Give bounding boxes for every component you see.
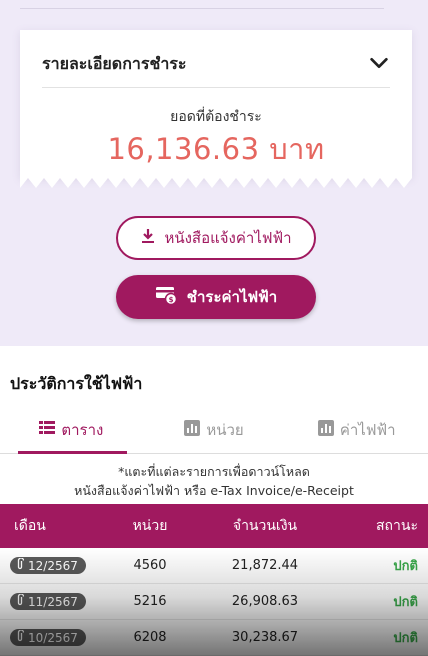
month-pill[interactable]: 12/2567 (10, 557, 86, 574)
top-divider (20, 8, 384, 9)
amount-value: 30,238.67 (231, 630, 299, 645)
paperclip-icon (16, 629, 25, 645)
bar-chart-icon (184, 419, 201, 440)
table-row[interactable]: 10/2567 6208 30,238.67 ปกติ (0, 620, 428, 656)
col-status: สถานะ (376, 518, 418, 534)
paperclip-icon (16, 557, 25, 573)
amount-due-value: 16,136.63 บาท (107, 132, 325, 166)
status-badge: ปกติ (393, 595, 418, 610)
status-badge: ปกติ (393, 631, 418, 646)
card-zigzag-edge (20, 178, 412, 188)
download-hint-line2: หนังสือแจ้งค่าไฟฟ้า หรือ e-Tax Invoice/e… (74, 483, 354, 498)
table-icon (39, 420, 56, 439)
col-amount: จำนวนเงิน (232, 518, 298, 534)
amount-due-label: ยอดที่ต้องชำระ (170, 109, 262, 125)
pay-bill-button[interactable]: $ ชำระค่าไฟฟ้า (116, 275, 316, 319)
tab-cost[interactable]: ค่าไฟฟ้า (285, 406, 428, 453)
table-header: เดือน หน่วย จำนวนเงิน สถานะ (0, 504, 428, 548)
download-invoice-label: หนังสือแจ้งค่าไฟฟ้า (164, 229, 292, 247)
month-value: 12/2567 (28, 558, 78, 573)
col-unit: หน่วย (132, 518, 168, 534)
pay-bill-label: ชำระค่าไฟฟ้า (186, 288, 278, 306)
download-hint-line1: *แตะที่แต่ละรายการเพื่อดาวน์โหลด (118, 464, 310, 479)
table-row[interactable]: 12/2567 4560 21,872.44 ปกติ (0, 548, 428, 584)
svg-text:$: $ (168, 296, 173, 304)
download-hint: *แตะที่แต่ละรายการเพื่อดาวน์โหลด หนังสือ… (0, 462, 428, 500)
paperclip-icon (16, 593, 25, 609)
unit-value: 6208 (133, 630, 167, 645)
tab-units[interactable]: หน่วย (143, 406, 286, 453)
download-icon (140, 228, 156, 248)
payment-details-card: รายละเอียดการชำระ ยอดที่ต้องชำระ 16,136.… (20, 30, 412, 188)
payment-details-title: รายละเอียดการชำระ (42, 54, 187, 73)
month-pill[interactable]: 10/2567 (10, 629, 86, 646)
tab-units-label: หน่วย (206, 420, 244, 439)
tab-table[interactable]: ตาราง (0, 406, 143, 454)
tab-cost-label: ค่าไฟฟ้า (339, 420, 396, 439)
payment-details-header[interactable]: รายละเอียดการชำระ (42, 48, 390, 88)
status-badge: ปกติ (393, 559, 418, 574)
unit-value: 5216 (133, 594, 167, 609)
history-tabs: ตาราง หน่วย ค่าไฟฟ้า (0, 406, 428, 454)
chevron-down-icon[interactable] (368, 52, 390, 78)
usage-history-title: ประวัติการใช้ไฟฟ้า (10, 374, 143, 393)
amount-value: 21,872.44 (231, 558, 299, 573)
month-value: 11/2567 (28, 594, 78, 609)
bar-chart-icon (317, 419, 334, 440)
month-value: 10/2567 (28, 630, 78, 645)
unit-value: 4560 (133, 558, 167, 573)
download-invoice-button[interactable]: หนังสือแจ้งค่าไฟฟ้า (116, 216, 316, 260)
history-table: เดือน หน่วย จำนวนเงิน สถานะ 12/2567 4560… (0, 504, 428, 656)
payment-card-icon: $ (155, 285, 179, 309)
col-month: เดือน (14, 518, 46, 534)
usage-history-section: ประวัติการใช้ไฟฟ้า ตาราง หน่วย ค่าไฟฟ้า … (0, 346, 428, 656)
month-pill[interactable]: 11/2567 (10, 593, 86, 610)
tab-table-label: ตาราง (61, 420, 104, 439)
amount-value: 26,908.63 (231, 594, 299, 609)
table-row[interactable]: 11/2567 5216 26,908.63 ปกติ (0, 584, 428, 620)
